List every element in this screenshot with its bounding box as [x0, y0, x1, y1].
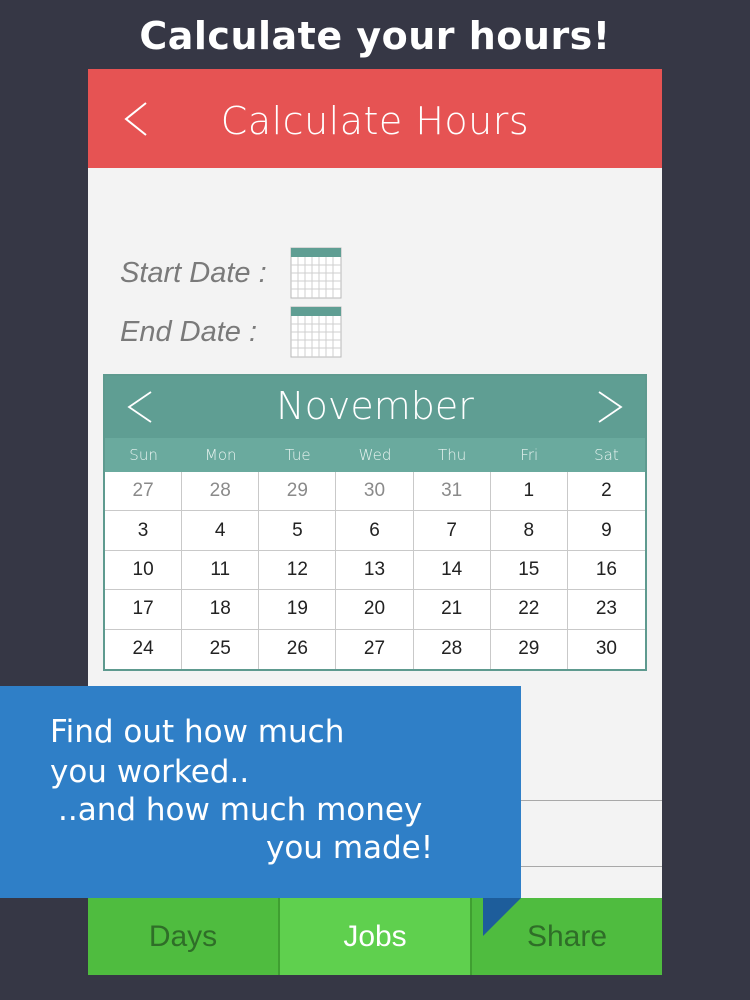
calendar-day[interactable]: 17 [105, 590, 183, 630]
calendar-day[interactable]: 29 [259, 472, 337, 512]
app-header: Calculate Hours [88, 69, 662, 168]
weekday-label: Sun [129, 446, 158, 464]
calendar-day[interactable]: 28 [182, 472, 260, 512]
start-date-label: Start Date : [120, 257, 267, 289]
end-date-label: End Date : [120, 316, 258, 348]
calendar-day[interactable]: 27 [336, 629, 414, 669]
calendar-day[interactable]: 19 [259, 590, 337, 630]
bottom-tab-bar: Days Jobs Share [88, 898, 662, 975]
calendar-day[interactable]: 26 [259, 629, 337, 669]
calendar-day[interactable]: 30 [336, 472, 414, 512]
calendar-day[interactable]: 25 [182, 629, 260, 669]
calendar-day[interactable]: 9 [567, 511, 645, 551]
calendar-day[interactable]: 21 [413, 590, 491, 630]
weekday-label: Wed [358, 446, 392, 464]
start-date-row: Start Date : [120, 247, 420, 299]
promo-title: Calculate your hours! [139, 14, 611, 58]
end-date-calendar-icon[interactable] [290, 306, 342, 358]
weekday-label: Mon [204, 446, 237, 464]
weekday-label: Sat [594, 446, 619, 464]
calendar-day[interactable]: 12 [259, 550, 337, 591]
weekday-row: Sun Mon Tue Wed Thu Fri Sat [105, 438, 645, 472]
calendar-day[interactable]: 16 [567, 551, 645, 591]
banner-line-1: Find out how much [50, 714, 345, 750]
calendar-day[interactable]: 20 [336, 590, 414, 630]
calendar-day[interactable]: 29 [491, 629, 568, 669]
divider-line [520, 800, 662, 801]
calendar-day[interactable]: 14 [413, 550, 491, 591]
calendar-day[interactable]: 7 [413, 511, 491, 551]
calendar-day[interactable]: 1 [490, 472, 568, 512]
banner-line-2: you worked.. [50, 754, 250, 790]
page-title: Calculate Hours [220, 99, 530, 143]
banner-fold [483, 898, 521, 936]
divider-line [520, 866, 662, 867]
chevron-right-icon[interactable] [593, 390, 627, 424]
calendar-day[interactable]: 18 [182, 590, 260, 630]
calendar-day[interactable]: 6 [336, 511, 414, 551]
calendar-day[interactable]: 8 [490, 511, 568, 551]
calendar-day[interactable]: 22 [490, 590, 568, 630]
calendar-day[interactable]: 3 [105, 511, 183, 551]
calendar-day[interactable]: 2 [567, 472, 645, 512]
weekday-label: Thu [438, 446, 467, 464]
calendar-day-grid: 27 28 29 30 31 1 2 3 4 5 6 7 8 9 10 11 12 13 14 15 16 17 18 19 2… [105, 472, 645, 669]
calendar-day[interactable]: 10 [105, 550, 183, 591]
banner-line-4: you made! [266, 830, 434, 866]
calendar-day[interactable]: 27 [105, 472, 183, 512]
calendar-day[interactable]: 30 [568, 630, 645, 669]
calendar-widget: November Sun Mon Tue Wed Thu Fri Sat 27 2… [103, 374, 647, 671]
weekday-label: Fri [520, 446, 539, 464]
banner-line-3: ..and how much money [58, 792, 423, 828]
weekday-label: Tue [285, 446, 311, 464]
calendar-day[interactable]: 4 [182, 511, 260, 551]
calendar-day[interactable]: 13 [336, 550, 414, 591]
start-date-calendar-icon[interactable] [290, 247, 342, 299]
calendar-day[interactable]: 31 [413, 472, 491, 512]
calendar-day[interactable]: 5 [259, 511, 337, 551]
tab-jobs[interactable]: Jobs [280, 898, 472, 975]
calendar-day[interactable]: 28 [414, 629, 491, 669]
tab-days[interactable]: Days [88, 898, 280, 975]
end-date-row: End Date : [120, 306, 420, 358]
calendar-day[interactable]: 24 [105, 629, 183, 669]
calendar-month: November [276, 384, 474, 428]
calendar-header: November [105, 376, 645, 438]
calendar-day[interactable]: 11 [182, 550, 260, 591]
calendar-day[interactable]: 23 [567, 590, 645, 630]
calendar-day[interactable]: 15 [490, 550, 568, 591]
